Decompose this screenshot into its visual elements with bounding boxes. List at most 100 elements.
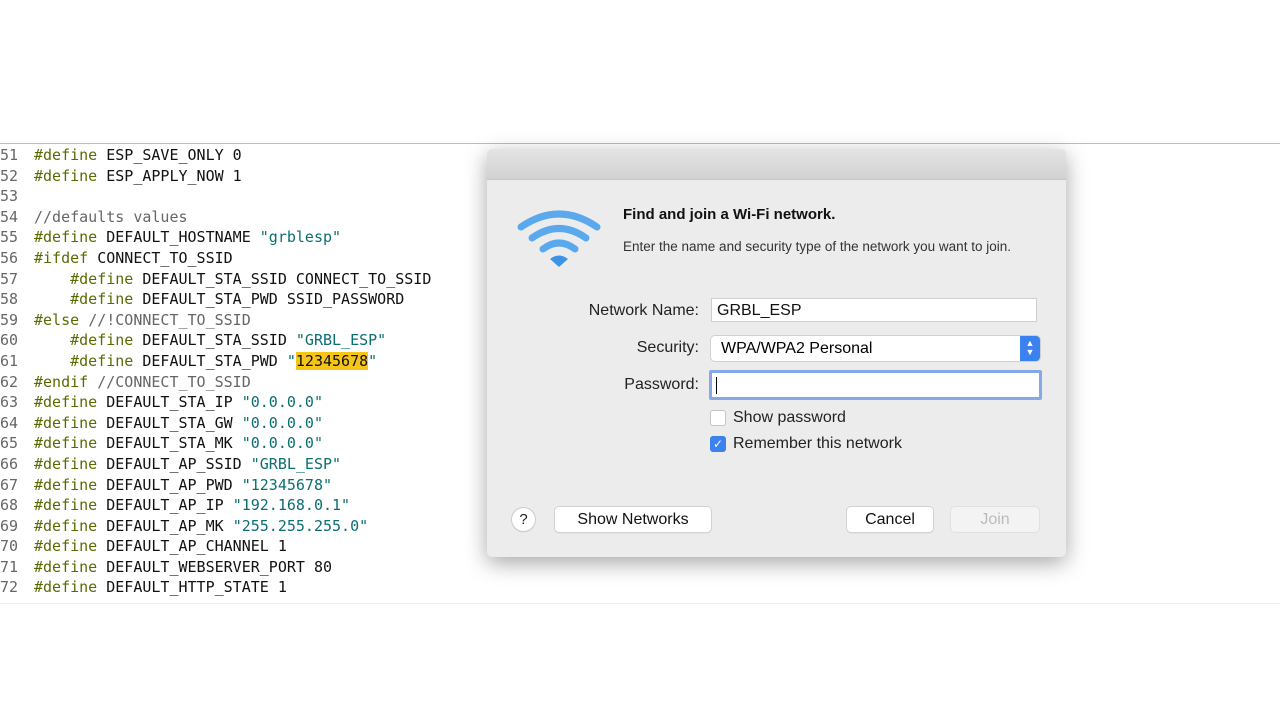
code-text: #define DEFAULT_STA_SSID CONNECT_TO_SSID [34, 269, 431, 290]
line-number: 63 [0, 393, 19, 412]
code-text: #define DEFAULT_AP_MK "255.255.255.0" [34, 516, 368, 537]
keyword: #else [34, 310, 80, 329]
cancel-button[interactable]: Cancel [847, 507, 933, 532]
line-number: 69 [0, 516, 19, 535]
keyword: #define [34, 537, 98, 556]
identifier: DEFAULT_STA_PWD [142, 351, 287, 370]
show-password-label[interactable]: Show password [733, 409, 846, 427]
editor-bottom-border [0, 603, 1280, 604]
line-number: 70 [0, 537, 19, 556]
code-text: //defaults values [34, 207, 188, 228]
show-networks-button[interactable]: Show Networks [555, 507, 711, 532]
network-name-input[interactable]: GRBL_ESP [711, 298, 1037, 322]
keyword: #define [34, 228, 98, 247]
identifier: DEFAULT_STA_IP [106, 393, 242, 412]
code-text: #else //!CONNECT_TO_SSID [34, 310, 251, 331]
remember-network-label[interactable]: Remember this network [733, 435, 902, 453]
code-text: #define DEFAULT_AP_IP "192.168.0.1" [34, 495, 350, 516]
code-text: #define DEFAULT_STA_GW "0.0.0.0" [34, 413, 323, 434]
identifier: DEFAULT_AP_PWD [106, 475, 242, 494]
keyword: #define [34, 290, 134, 309]
dialog-titlebar [487, 149, 1066, 180]
selected-text: 12345678 [295, 351, 369, 370]
code-text: #define ESP_APPLY_NOW 1 [34, 166, 242, 187]
keyword: #define [34, 413, 98, 432]
line-number: 62 [0, 372, 19, 391]
string-literal: " [368, 351, 378, 370]
keyword: #endif [34, 372, 89, 391]
code-text: #define DEFAULT_STA_MK "0.0.0.0" [34, 433, 323, 454]
string-literal: "12345678" [241, 475, 333, 494]
code-text: #define DEFAULT_STA_SSID "GRBL_ESP" [34, 330, 386, 351]
keyword: #define [34, 475, 98, 494]
password-input[interactable] [709, 370, 1042, 400]
line-number: 58 [0, 290, 19, 309]
dialog-heading: Find and join a Wi-Fi network. [623, 206, 836, 223]
checkmark-icon: ✓ [712, 437, 724, 451]
identifier: ESP_SAVE_ONLY 0 [106, 146, 242, 164]
keyword: #define [34, 578, 98, 597]
keyword: #define [34, 516, 98, 535]
network-name-label: Network Name: [588, 302, 699, 319]
keyword: #ifdef [34, 248, 89, 267]
editor-top-border [0, 143, 1280, 144]
keyword: #define [34, 331, 134, 350]
code-line: 72 #define DEFAULT_HTTP_STATE 1 [0, 577, 1280, 598]
security-label: Security: [636, 339, 699, 356]
identifier: DEFAULT_STA_MK [106, 434, 242, 453]
line-number: 53 [0, 187, 19, 206]
line-number: 54 [0, 207, 19, 226]
keyword: #define [34, 351, 134, 370]
identifier: DEFAULT_STA_PWD SSID_PASSWORD [142, 290, 405, 309]
code-text: #define DEFAULT_WEBSERVER_PORT 80 [34, 557, 332, 578]
string-literal: "grblesp" [259, 228, 342, 247]
identifier: DEFAULT_AP_SSID [106, 454, 251, 473]
comment: //CONNECT_TO_SSID [97, 372, 251, 391]
code-text: #ifdef CONNECT_TO_SSID [34, 248, 233, 269]
keyword: #define [34, 269, 134, 288]
identifier: DEFAULT_AP_MK [106, 516, 233, 535]
identifier: DEFAULT_AP_CHANNEL 1 [106, 537, 287, 556]
string-literal: "192.168.0.1" [232, 496, 351, 515]
line-number: 52 [0, 166, 19, 185]
join-button[interactable]: Join [951, 507, 1039, 532]
remember-network-checkbox[interactable]: ✓ [710, 436, 726, 452]
line-number: 71 [0, 557, 19, 576]
keyword: #define [34, 434, 98, 453]
security-select[interactable]: WPA/WPA2 Personal ▲ ▼ [711, 336, 1040, 361]
code-text: #define DEFAULT_AP_PWD "12345678" [34, 475, 332, 496]
keyword: #define [34, 557, 98, 576]
string-literal: "GRBL_ESP" [295, 331, 387, 350]
chevron-updown-icon: ▲ ▼ [1020, 336, 1040, 361]
code-text: #define DEFAULT_STA_IP "0.0.0.0" [34, 392, 323, 413]
code-line: 71 #define DEFAULT_WEBSERVER_PORT 80 [0, 557, 1280, 578]
identifier: DEFAULT_AP_IP [106, 496, 233, 515]
line-number: 51 [0, 146, 19, 164]
line-number: 59 [0, 310, 19, 329]
security-value: WPA/WPA2 Personal [721, 340, 873, 357]
code-text: #define DEFAULT_AP_SSID "GRBL_ESP" [34, 454, 341, 475]
line-number: 64 [0, 413, 19, 432]
code-text: #endif //CONNECT_TO_SSID [34, 372, 251, 393]
line-number: 57 [0, 269, 19, 288]
text-caret [716, 377, 717, 394]
keyword: #define [34, 496, 98, 515]
identifier: DEFAULT_WEBSERVER_PORT 80 [106, 557, 333, 576]
show-password-checkbox[interactable] [710, 410, 726, 426]
identifier: DEFAULT_STA_GW [106, 413, 242, 432]
code-text: #define DEFAULT_STA_PWD SSID_PASSWORD [34, 289, 404, 310]
code-text: #define DEFAULT_STA_PWD "12345678" [34, 351, 377, 372]
keyword: #define [34, 393, 98, 412]
password-label: Password: [624, 376, 699, 393]
line-number: 67 [0, 475, 19, 494]
help-button[interactable]: ? [512, 508, 535, 531]
code-text: #define DEFAULT_HTTP_STATE 1 [34, 577, 287, 598]
identifier: ESP_APPLY_NOW 1 [106, 166, 242, 185]
string-literal: " [286, 351, 296, 370]
line-number: 68 [0, 496, 19, 515]
code-text: #define ESP_SAVE_ONLY 0 [34, 145, 242, 166]
string-literal: "0.0.0.0" [241, 393, 323, 412]
line-number: 56 [0, 248, 19, 267]
identifier: CONNECT_TO_SSID [97, 248, 233, 267]
line-number: 66 [0, 454, 19, 473]
